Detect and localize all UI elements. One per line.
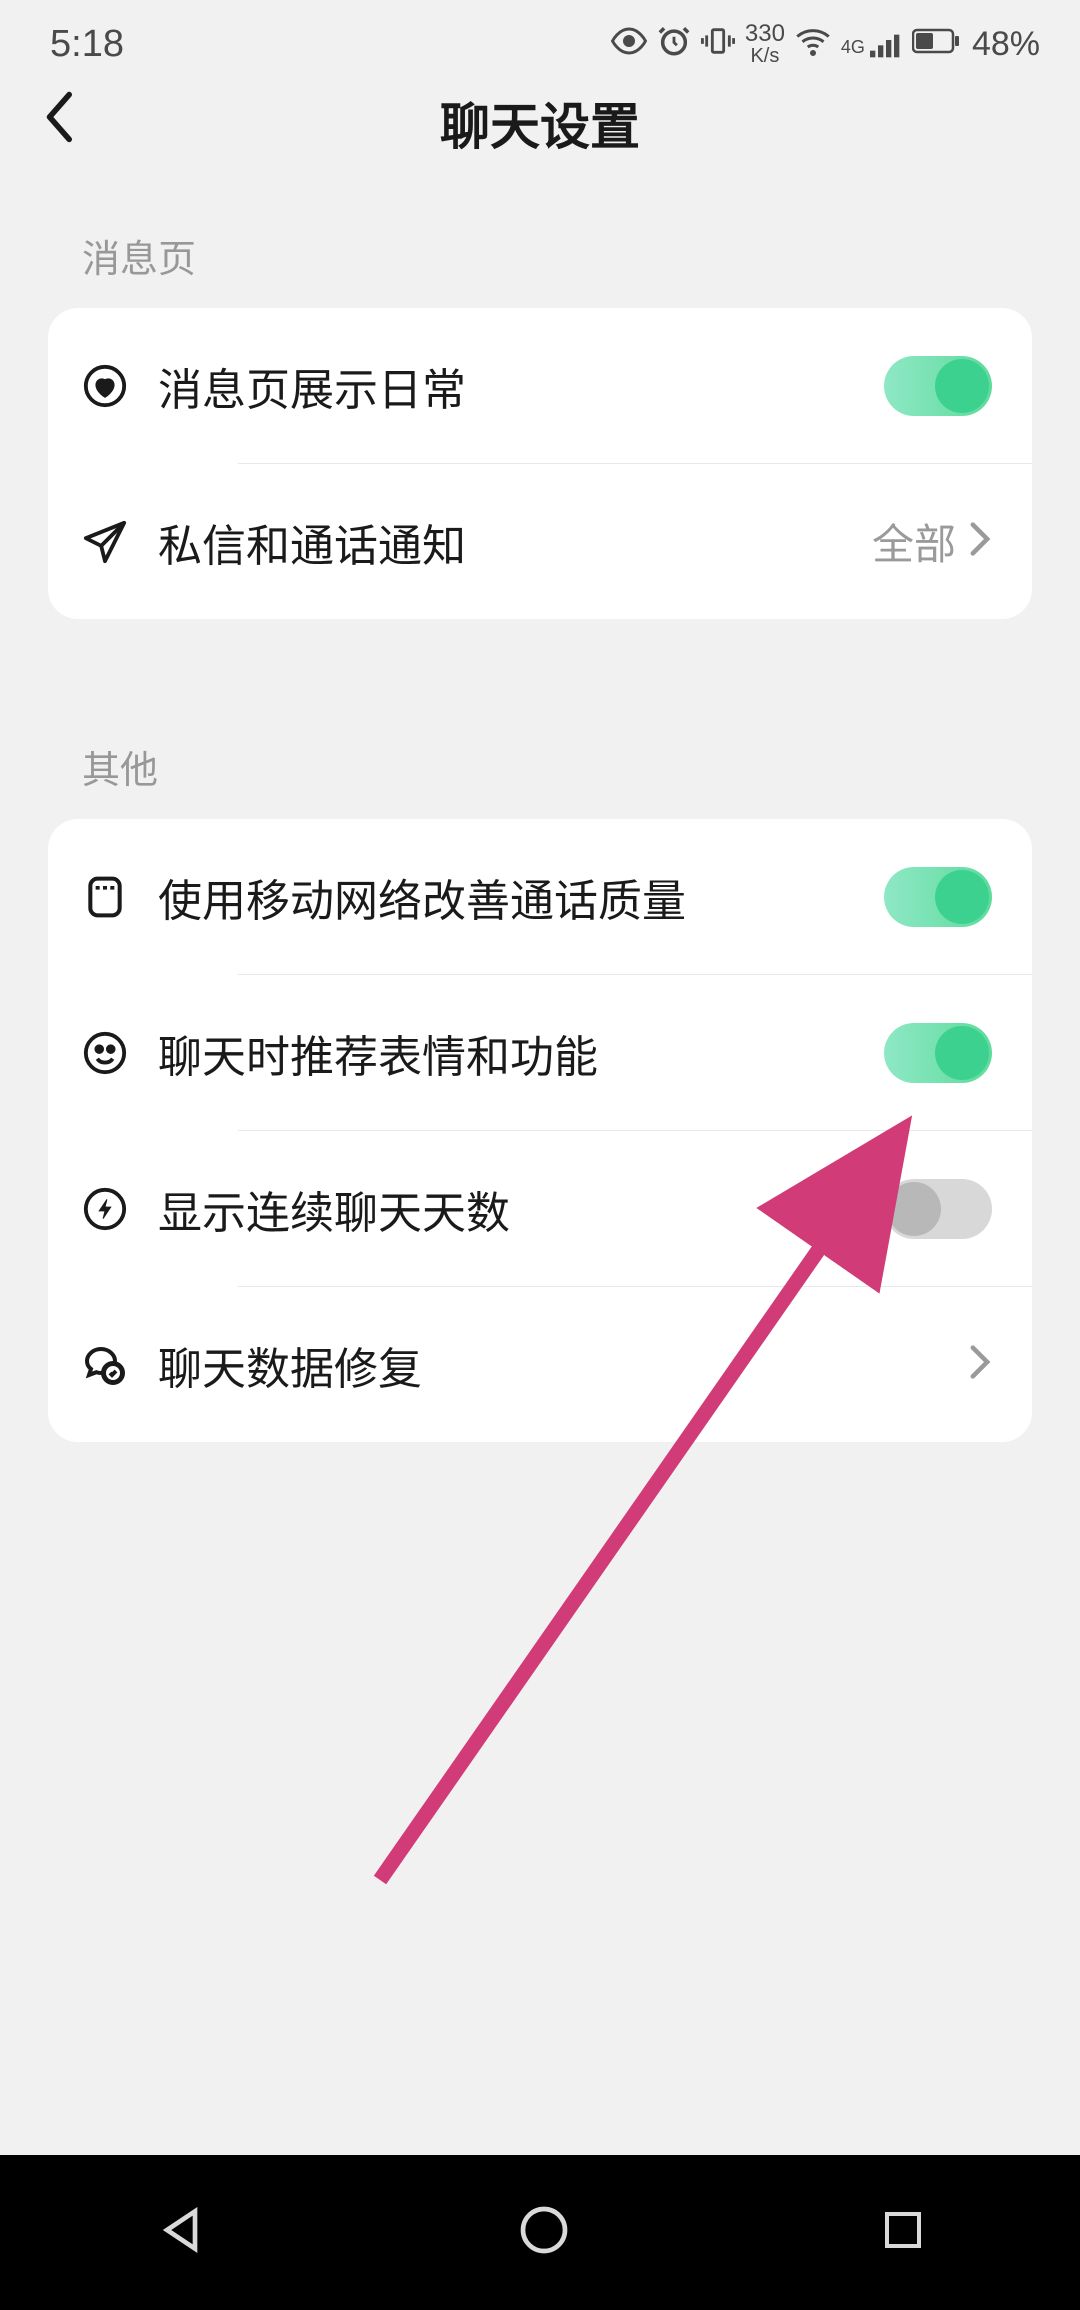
- row-label: 使用移动网络改善通话质量: [158, 865, 884, 929]
- page-header: 聊天设置: [0, 78, 1080, 188]
- toggle-chat-streak[interactable]: [884, 1179, 992, 1239]
- smile-icon: [80, 1028, 130, 1078]
- alarm-icon: [657, 24, 691, 65]
- row-label: 显示连续聊天天数: [158, 1177, 884, 1241]
- nav-recent-button[interactable]: [879, 2206, 927, 2259]
- battery-percentage: 48%: [972, 25, 1040, 64]
- status-icons: 330 K/s 4G 48%: [611, 22, 1040, 66]
- vibrate-icon: [701, 24, 735, 65]
- row-mobile-network-quality[interactable]: 使用移动网络改善通话质量: [48, 819, 1032, 974]
- chat-repair-icon: [80, 1340, 130, 1390]
- row-value: 全部: [872, 511, 956, 572]
- row-label: 聊天时推荐表情和功能: [158, 1021, 884, 1085]
- wifi-icon: [795, 23, 831, 66]
- nav-home-button[interactable]: [516, 2202, 572, 2263]
- network-speed: 330 K/s: [745, 22, 785, 66]
- toggle-mobile-network[interactable]: [884, 867, 992, 927]
- heart-circle-icon: [80, 361, 130, 411]
- row-chat-data-repair[interactable]: 聊天数据修复: [48, 1287, 1032, 1442]
- section-header-other: 其他: [0, 619, 1080, 819]
- row-recommend-emoji[interactable]: 聊天时推荐表情和功能: [48, 975, 1032, 1130]
- chevron-right-icon: [968, 521, 992, 562]
- send-icon: [80, 517, 130, 567]
- row-label: 私信和通话通知: [158, 510, 872, 574]
- page-title: 聊天设置: [440, 87, 640, 159]
- status-bar: 5:18 330 K/s 4G: [0, 0, 1080, 78]
- nav-back-button[interactable]: [153, 2202, 209, 2263]
- status-time: 5:18: [50, 23, 124, 66]
- row-show-daily[interactable]: 消息页展示日常: [48, 308, 1032, 463]
- back-button[interactable]: [40, 89, 76, 158]
- row-dm-call-notify[interactable]: 私信和通话通知 全部: [48, 464, 1032, 619]
- eye-icon: [611, 23, 647, 66]
- system-nav-bar: [0, 2155, 1080, 2310]
- lightning-circle-icon: [80, 1184, 130, 1234]
- row-chat-streak[interactable]: 显示连续聊天天数: [48, 1131, 1032, 1286]
- section-header-messages: 消息页: [0, 188, 1080, 308]
- toggle-recommend-emoji[interactable]: [884, 1023, 992, 1083]
- toggle-show-daily[interactable]: [884, 356, 992, 416]
- card-other: 使用移动网络改善通话质量 聊天时推荐表情和功能 显示连续聊天天数 聊天数据修复: [48, 819, 1032, 1442]
- chevron-right-icon: [968, 1344, 992, 1385]
- battery-icon: [912, 27, 962, 62]
- sim-icon: [80, 872, 130, 922]
- card-messages: 消息页展示日常 私信和通话通知 全部: [48, 308, 1032, 619]
- row-label: 消息页展示日常: [158, 354, 884, 418]
- row-label: 聊天数据修复: [158, 1333, 968, 1397]
- signal-icon: 4G: [841, 30, 902, 58]
